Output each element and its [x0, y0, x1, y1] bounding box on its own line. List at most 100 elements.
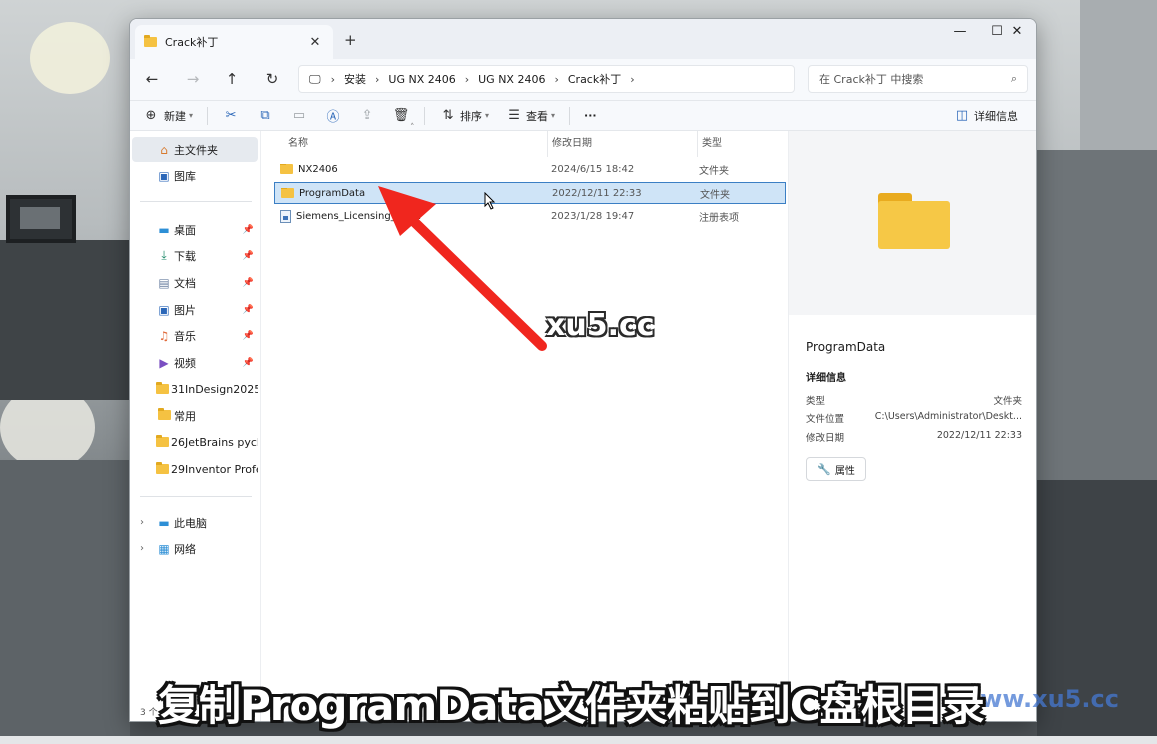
- nav-item-folder[interactable]: 26JetBrains pycha: [132, 430, 258, 455]
- wallpaper-moon: [30, 22, 110, 94]
- chevron-right-icon[interactable]: ›: [140, 543, 144, 554]
- file-row[interactable]: Siemens_Licensing_SS.... 2023/1/28 19:47…: [274, 205, 786, 227]
- share-icon: ⇪: [361, 108, 373, 123]
- nav-item-desktop[interactable]: ▬ 桌面 📌: [132, 217, 258, 242]
- folder-icon: [156, 381, 169, 397]
- up-arrow-icon[interactable]: ↑: [221, 70, 243, 90]
- file-row-selected[interactable]: ProgramData 2022/12/11 22:33 文件夹: [274, 182, 786, 204]
- nav-label: 下载: [174, 249, 196, 263]
- details-key: 文件位置: [806, 414, 845, 425]
- forward-arrow-icon[interactable]: →: [182, 70, 204, 90]
- file-explorer-window: Crack补丁 ✕ + — ☐ ✕ ← → ↑ ↻ 🖵 › 安装 › UG NX…: [129, 18, 1037, 722]
- nav-label: 此电脑: [174, 516, 207, 530]
- scissors-icon: ✂: [225, 108, 237, 123]
- properties-button[interactable]: 🔧 属性: [806, 457, 866, 481]
- sort-button[interactable]: ⇅ 排序 ▾: [431, 103, 497, 129]
- breadcrumb-item[interactable]: UG NX 2406: [478, 73, 545, 86]
- nav-label: 常用: [174, 409, 196, 423]
- close-window-button[interactable]: ✕: [998, 19, 1036, 47]
- details-row-modified: 修改日期 2022/12/11 22:33: [806, 430, 1022, 444]
- details-pane-icon: ◫: [955, 108, 969, 123]
- nav-item-network[interactable]: › ▦ 网络: [132, 536, 258, 561]
- nav-item-home[interactable]: ⌂ 主文件夹: [132, 137, 258, 162]
- breadcrumb-separator-icon: ›: [330, 72, 335, 86]
- new-button[interactable]: ⊕ 新建 ▾: [130, 103, 201, 129]
- details-row-type: 类型 文件夹: [806, 393, 1022, 407]
- nav-item-folder[interactable]: 31InDesign2025: [132, 377, 258, 402]
- toolbar-divider: [569, 106, 571, 125]
- folder-icon: [144, 35, 157, 47]
- file-type: 注册表项: [699, 212, 739, 224]
- more-options-button[interactable]: ···: [576, 103, 605, 129]
- folder-icon: [281, 187, 294, 198]
- nav-divider: [140, 201, 252, 202]
- nav-item-folder[interactable]: 常用: [132, 403, 258, 428]
- nav-label: 音乐: [174, 329, 196, 343]
- paste-button[interactable]: ▭: [282, 103, 316, 129]
- file-type: 文件夹: [700, 189, 730, 201]
- address-bar[interactable]: 🖵 › 安装 › UG NX 2406 › UG NX 2406 › Crack…: [298, 65, 795, 93]
- preview-area: [789, 131, 1036, 315]
- wallpaper-building: [0, 460, 130, 744]
- cut-button[interactable]: ✂: [214, 103, 248, 129]
- breadcrumb-item[interactable]: Crack补丁: [568, 71, 621, 87]
- tab-title: Crack补丁: [165, 36, 219, 49]
- wallpaper-sign: [6, 195, 76, 243]
- nav-label: 图库: [174, 169, 196, 183]
- pin-icon: 📌: [242, 304, 254, 315]
- breadcrumb-separator-icon: ›: [374, 72, 380, 86]
- tab-close-icon[interactable]: ✕: [306, 35, 324, 50]
- wrench-icon: 🔧: [817, 462, 831, 476]
- file-type: 文件夹: [699, 165, 729, 177]
- pin-icon: 📌: [242, 277, 254, 288]
- rename-button[interactable]: Ⓐ: [316, 103, 350, 129]
- nav-item-pictures[interactable]: ▣ 图片 📌: [132, 297, 258, 322]
- nav-item-downloads[interactable]: ⤓ 下载 📌: [132, 243, 258, 268]
- details-pane: ProgramData 详细信息 类型 文件夹 文件位置 C:\Users\Ad…: [788, 131, 1036, 721]
- nav-item-music[interactable]: ♫ 音乐 📌: [132, 323, 258, 348]
- breadcrumb-item[interactable]: 安装: [344, 71, 366, 87]
- details-label: 详细信息: [974, 109, 1018, 123]
- nav-item-this-pc[interactable]: › ▬ 此电脑: [132, 510, 258, 535]
- column-header-name[interactable]: 名称: [262, 131, 547, 157]
- wallpaper-building: [0, 240, 130, 400]
- address-bar-row: ← → ↑ ↻ 🖵 › 安装 › UG NX 2406 › UG NX 2406…: [130, 59, 1036, 101]
- search-box[interactable]: ⌕: [808, 65, 1028, 93]
- breadcrumb-separator-icon: ›: [630, 72, 635, 86]
- tab-crack[interactable]: Crack补丁 ✕: [135, 25, 333, 59]
- folder-icon: [156, 434, 169, 450]
- file-modified: 2022/12/11 22:33: [552, 187, 642, 199]
- nav-label: 主文件夹: [174, 143, 218, 157]
- breadcrumb-item[interactable]: UG NX 2406: [388, 73, 455, 86]
- column-header-modified[interactable]: 修改日期: [547, 131, 697, 157]
- mouse-cursor-icon: [484, 192, 496, 210]
- list-view-icon: ☰: [508, 108, 520, 123]
- details-pane-button[interactable]: ◫ 详细信息: [945, 103, 1036, 129]
- nav-item-folder[interactable]: 29Inventor Profes: [132, 457, 258, 482]
- pin-icon: 📌: [242, 250, 254, 261]
- file-row[interactable]: NX2406 2024/6/15 18:42 文件夹: [274, 158, 786, 180]
- refresh-icon[interactable]: ↻: [261, 70, 283, 90]
- nav-item-gallery[interactable]: ▣ 图库: [132, 163, 258, 188]
- view-button[interactable]: ☰ 查看 ▾: [497, 103, 563, 129]
- back-arrow-icon[interactable]: ←: [141, 70, 163, 90]
- new-label: 新建: [164, 109, 186, 123]
- sort-icon: ⇅: [442, 108, 454, 123]
- wallpaper-building: [1080, 0, 1157, 150]
- folder-icon: [156, 407, 172, 423]
- navigation-pane: ⌂ 主文件夹 ▣ 图库 ▬ 桌面 📌 ⤓ 下载 📌 ▤ 文档 📌 ▣ 图片 📌: [130, 131, 261, 721]
- search-input[interactable]: [819, 72, 1011, 86]
- nav-item-videos[interactable]: ▶ 视频 📌: [132, 350, 258, 375]
- copy-button[interactable]: ⧉: [248, 103, 282, 129]
- chevron-right-icon[interactable]: ›: [140, 517, 144, 528]
- column-header-type[interactable]: 类型: [697, 131, 788, 157]
- bottom-strip: [0, 736, 1157, 744]
- minimize-button[interactable]: —: [941, 19, 979, 47]
- picture-icon: ▣: [158, 302, 170, 317]
- new-tab-button[interactable]: +: [344, 31, 357, 49]
- details-section-title: 详细信息: [806, 373, 846, 384]
- chevron-down-icon: ▾: [551, 111, 556, 120]
- share-button[interactable]: ⇪: [350, 103, 384, 129]
- pin-icon: 📌: [242, 357, 254, 368]
- nav-item-documents[interactable]: ▤ 文档 📌: [132, 270, 258, 295]
